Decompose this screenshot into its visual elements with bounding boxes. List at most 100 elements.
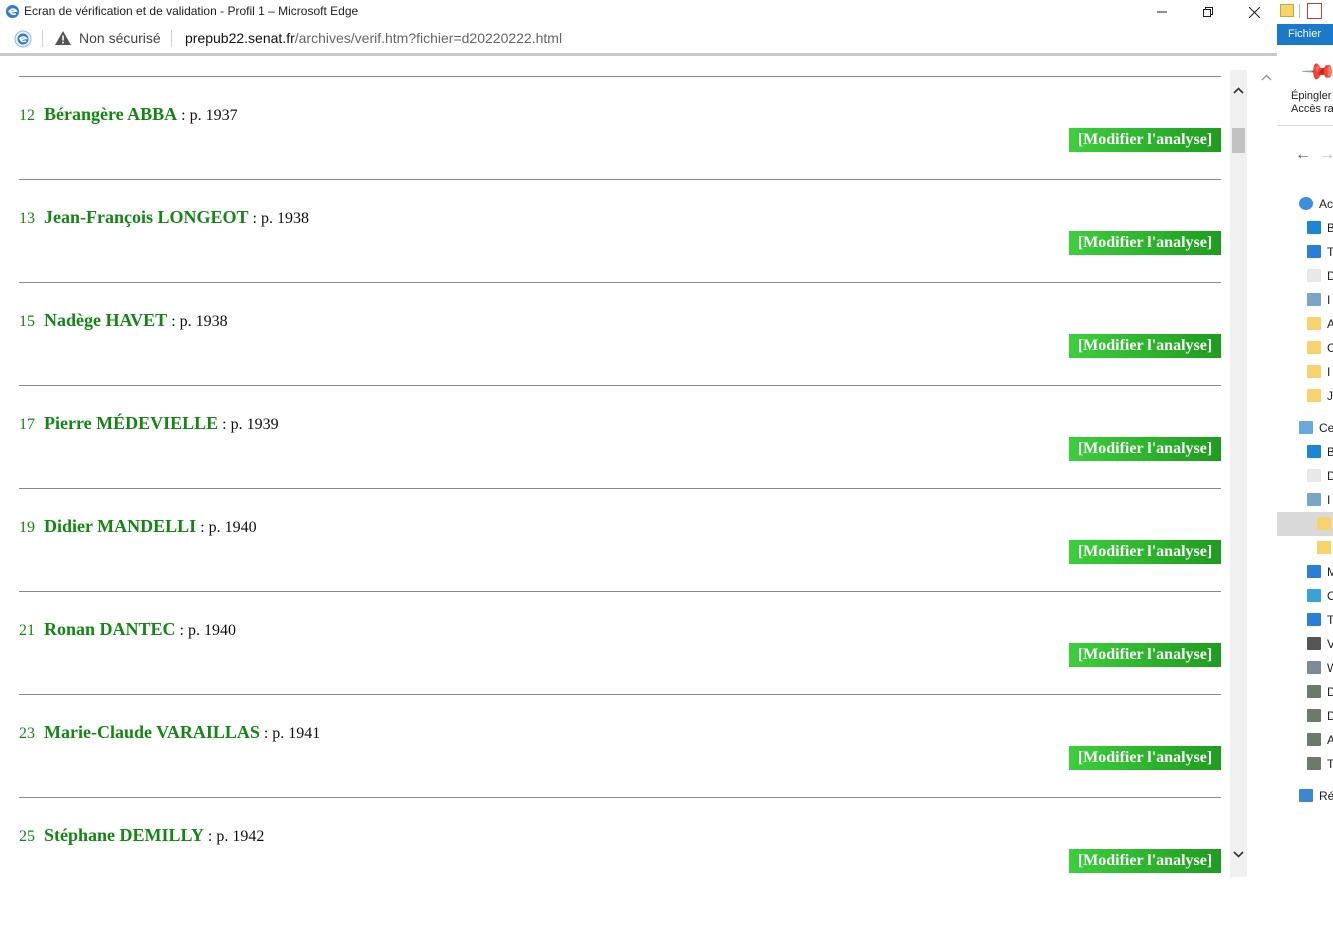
modify-analysis-button[interactable]: [Modifier l'analyse] xyxy=(1069,746,1221,770)
tree-item-label: I xyxy=(1327,493,1331,507)
security-label[interactable]: Non sécurisé xyxy=(79,30,161,46)
scroll-down-button[interactable] xyxy=(1230,846,1247,863)
senator-name[interactable]: Stéphane DEMILLY xyxy=(44,825,204,845)
forward-arrow-icon[interactable]: → xyxy=(1319,146,1333,164)
tree-item-label: T xyxy=(1327,613,1333,627)
tree-item-label: B xyxy=(1327,221,1333,235)
tree-item[interactable]: W xyxy=(1277,656,1333,680)
chevron-up-icon xyxy=(1233,87,1244,94)
network-drive-icon xyxy=(1307,709,1321,722)
folder-icon xyxy=(1307,317,1321,330)
tree-item-label: C xyxy=(1327,341,1333,355)
file-explorer-window: Fichier 📌 Épingler Accès rap ← → AcBTDIA… xyxy=(1277,0,1333,939)
tree-item[interactable]: D xyxy=(1277,680,1333,704)
modify-analysis-button[interactable]: [Modifier l'analyse] xyxy=(1069,437,1221,461)
tree-item[interactable]: A xyxy=(1277,312,1333,336)
scroll-up-button[interactable] xyxy=(1230,82,1247,99)
senator-name[interactable]: Nadège HAVET xyxy=(44,310,167,330)
page-reference: : p. 1937 xyxy=(177,107,238,124)
tree-item-label: W xyxy=(1327,661,1333,675)
toolbar-separator xyxy=(1299,4,1300,18)
tree-item[interactable]: T xyxy=(1277,240,1333,264)
tree-item[interactable]: D xyxy=(1277,464,1333,488)
separator-rule xyxy=(19,797,1221,798)
tree-item[interactable] xyxy=(1277,536,1333,560)
pin-icon[interactable]: 📌 xyxy=(1300,53,1333,91)
document-icon xyxy=(1307,469,1321,482)
folder-icon xyxy=(1307,341,1321,354)
tree-item[interactable]: Ré xyxy=(1277,784,1333,808)
chevron-up-icon xyxy=(1261,74,1271,80)
tree-item[interactable]: T xyxy=(1277,752,1333,776)
tree-item[interactable]: V xyxy=(1277,632,1333,656)
separator-rule xyxy=(19,179,1221,180)
tree-item[interactable]: A xyxy=(1277,728,1333,752)
senator-name[interactable]: Didier MANDELLI xyxy=(44,516,196,536)
network-drive-icon xyxy=(1307,757,1321,770)
file-menu-tab[interactable]: Fichier xyxy=(1277,24,1333,45)
download-icon xyxy=(1307,245,1321,258)
page-edge-icon xyxy=(14,30,32,48)
quick-access-star-icon xyxy=(1299,197,1313,210)
senator-name[interactable]: Marie-Claude VARAILLAS xyxy=(44,722,260,742)
tree-item[interactable]: D xyxy=(1277,264,1333,288)
tree-item-label: M xyxy=(1327,565,1333,579)
inner-scrollbar[interactable] xyxy=(1230,70,1247,877)
tree-item[interactable]: O xyxy=(1277,584,1333,608)
tree-item[interactable]: T xyxy=(1277,608,1333,632)
computer-icon xyxy=(1299,421,1313,434)
address-separator xyxy=(42,30,43,47)
address-bar[interactable]: Non sécurisé prepub22.senat.fr/archives/… xyxy=(0,24,1277,56)
outer-scroll-up-button[interactable] xyxy=(1259,70,1273,84)
senator-name[interactable]: Ronan DANTEC xyxy=(44,619,176,639)
folder-icon xyxy=(1317,517,1331,530)
address-separator xyxy=(171,30,172,47)
page-reference: : p. 1941 xyxy=(259,725,321,742)
tree-item-label: T xyxy=(1327,245,1333,259)
tree-item[interactable]: Ce xyxy=(1277,416,1333,440)
properties-icon[interactable] xyxy=(1307,3,1322,19)
modify-analysis-button[interactable]: [Modifier l'analyse] xyxy=(1069,231,1221,255)
entry-number: 15 xyxy=(19,313,35,330)
url-text[interactable]: prepub22.senat.fr/archives/verif.htm?fic… xyxy=(185,30,562,46)
tree-item[interactable]: I xyxy=(1277,288,1333,312)
back-arrow-icon[interactable]: ← xyxy=(1295,146,1311,164)
warning-icon[interactable] xyxy=(55,31,71,45)
tree-item[interactable] xyxy=(1277,512,1333,536)
modify-analysis-button[interactable]: [Modifier l'analyse] xyxy=(1069,334,1221,358)
entry-heading: 21 Ronan DANTEC : p. 1940 xyxy=(19,619,236,640)
tree-item[interactable]: B xyxy=(1277,440,1333,464)
tree-item[interactable]: M xyxy=(1277,560,1333,584)
tree-item[interactable]: J xyxy=(1277,384,1333,408)
separator-rule xyxy=(19,282,1221,283)
modify-analysis-button[interactable]: [Modifier l'analyse] xyxy=(1069,128,1221,152)
modify-analysis-button[interactable]: [Modifier l'analyse] xyxy=(1069,540,1221,564)
tree-item-label: I xyxy=(1327,293,1331,307)
close-button[interactable] xyxy=(1231,0,1277,24)
music-icon xyxy=(1307,565,1321,578)
folder-icon xyxy=(1307,365,1321,378)
edge-legacy-icon xyxy=(5,4,20,19)
tree-item[interactable]: D xyxy=(1277,704,1333,728)
modify-analysis-button[interactable]: [Modifier l'analyse] xyxy=(1069,849,1221,873)
tree-item[interactable]: C xyxy=(1277,336,1333,360)
tree-item[interactable]: B xyxy=(1277,216,1333,240)
tree-item[interactable]: I xyxy=(1277,360,1333,384)
restore-button[interactable] xyxy=(1185,0,1231,24)
desktop-icon xyxy=(1307,221,1321,234)
senator-name[interactable]: Jean-François LONGEOT xyxy=(44,207,249,227)
tree-item-label: D xyxy=(1327,269,1333,283)
modify-analysis-button[interactable]: [Modifier l'analyse] xyxy=(1069,643,1221,667)
tree-item[interactable]: Ac xyxy=(1277,192,1333,216)
senator-name[interactable]: Bérangère ABBA xyxy=(44,104,177,124)
tree-item-label: V xyxy=(1327,637,1333,651)
pin-quick-access-label[interactable]: Épingler Accès rap xyxy=(1291,90,1333,116)
page-reference: : p. 1938 xyxy=(167,313,228,330)
minimize-button[interactable] xyxy=(1139,0,1185,24)
scroll-thumb[interactable] xyxy=(1232,128,1245,153)
tree-item[interactable]: I xyxy=(1277,488,1333,512)
separator-rule xyxy=(19,694,1221,695)
senator-name[interactable]: Pierre MÉDEVIELLE xyxy=(44,413,218,433)
edge-popup-window: Ecran de vérification et de validation -… xyxy=(0,0,1278,939)
folder-icon xyxy=(1317,541,1331,554)
